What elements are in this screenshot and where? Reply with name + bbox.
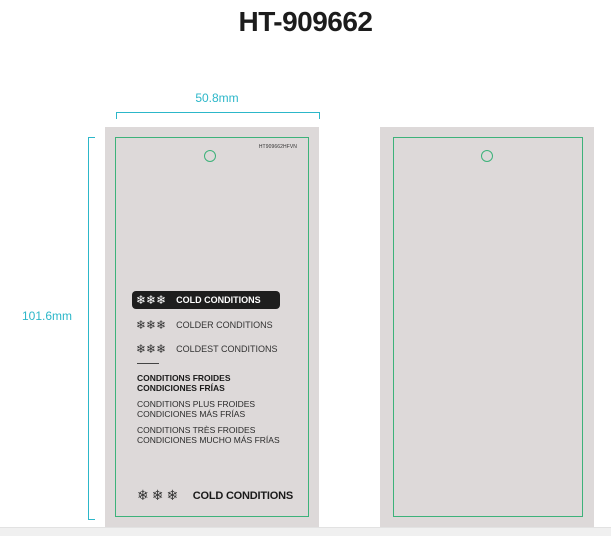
condition-row-colder: ❄❄❄ COLDER CONDITIONS bbox=[132, 316, 273, 334]
hangtag-front: HT909662HFVN ❄❄❄ COLD CONDITIONS ❄❄❄ COL… bbox=[105, 127, 319, 527]
width-dimension-label: 50.8mm bbox=[195, 91, 239, 105]
condition-row-cold: ❄❄❄ COLD CONDITIONS bbox=[132, 291, 280, 309]
snowflake-icon: ❄❄❄ bbox=[137, 487, 182, 503]
translation-block-cold: CONDITIONS FROIDES CONDICIONES FRÍAS bbox=[137, 373, 231, 393]
height-dimension-label: 101.6mm bbox=[22, 309, 73, 323]
translation-line-es: CONDICIONES MUCHO MÁS FRÍAS bbox=[137, 435, 280, 445]
translation-block-colder: CONDITIONS PLUS FROIDES CONDICIONES MÁS … bbox=[137, 399, 255, 419]
translation-line-es: CONDICIONES MÁS FRÍAS bbox=[137, 409, 246, 419]
translation-line-fr: CONDITIONS TRÈS FROIDES bbox=[137, 425, 256, 435]
string-hole bbox=[481, 150, 493, 162]
width-dimension-line bbox=[116, 112, 320, 119]
product-code: HT909662HFVN bbox=[258, 144, 297, 150]
snowflake-icon: ❄❄❄ bbox=[136, 318, 167, 332]
translation-block-coldest: CONDITIONS TRÈS FROIDES CONDICIONES MUCH… bbox=[137, 425, 280, 445]
condition-label: COLDEST CONDITIONS bbox=[176, 344, 278, 354]
snowflake-icon: ❄❄❄ bbox=[136, 293, 167, 307]
snowflake-icon: ❄❄❄ bbox=[136, 342, 167, 356]
string-hole bbox=[204, 150, 216, 162]
height-dimension-line bbox=[88, 137, 95, 520]
divider bbox=[137, 363, 159, 364]
hangtag-back bbox=[380, 127, 594, 527]
bottom-badge: ❄❄❄ COLD CONDITIONS bbox=[137, 487, 293, 504]
translation-line-fr: CONDITIONS FROIDES bbox=[137, 373, 231, 383]
bottom-label: COLD CONDITIONS bbox=[192, 489, 293, 502]
cut-line bbox=[393, 137, 583, 517]
condition-label: COLD CONDITIONS bbox=[176, 295, 261, 305]
page-title: HT-909662 bbox=[238, 6, 373, 37]
translation-line-fr: CONDITIONS PLUS FROIDES bbox=[137, 399, 256, 409]
translation-line-es: CONDICIONES FRÍAS bbox=[137, 383, 225, 393]
condition-label: COLDER CONDITIONS bbox=[176, 320, 273, 330]
condition-row-coldest: ❄❄❄ COLDEST CONDITIONS bbox=[132, 340, 278, 358]
